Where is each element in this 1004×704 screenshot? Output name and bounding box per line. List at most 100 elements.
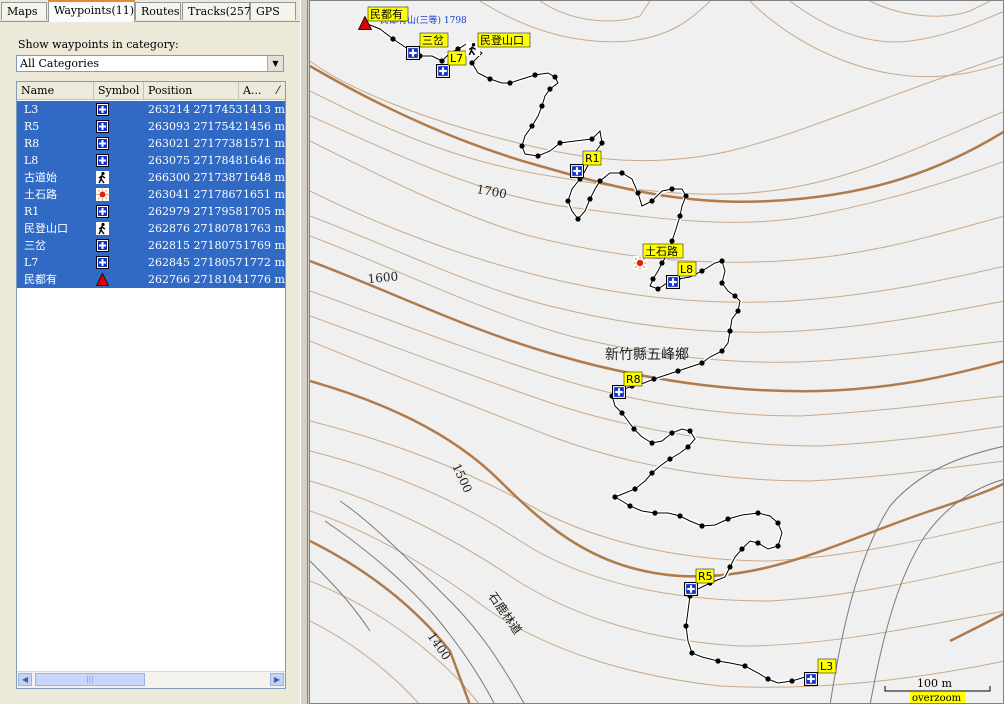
blue-cross-icon [570, 164, 584, 178]
track-point [650, 276, 656, 282]
table-row[interactable]: 民登山口 262876 2718078 1763 m [17, 220, 285, 237]
track-line [364, 22, 813, 684]
waypoint-altitude: 1772 m [243, 256, 285, 269]
tab-routes[interactable]: Routes [135, 2, 181, 20]
tab-maps[interactable]: Maps [1, 2, 47, 20]
overzoom-text: overzoom [912, 693, 962, 704]
column-name[interactable]: Name [17, 82, 94, 99]
map-waypoint-blue-cross[interactable] [406, 46, 420, 60]
waypoint-name: L8 [24, 154, 39, 167]
list-header: Name Symbol Position A... ⁄ [17, 82, 285, 100]
column-position[interactable]: Position [144, 82, 239, 99]
waypoint-position: 263041 2717867 [148, 188, 243, 201]
track-point [631, 426, 637, 432]
blue-cross-icon [96, 256, 109, 269]
blue-cross-icon [96, 205, 109, 218]
scroll-right-icon[interactable]: ▶ [270, 673, 284, 686]
track-point [765, 676, 771, 682]
track-point [519, 143, 525, 149]
red-triangle-icon [95, 272, 110, 286]
waypoint-altitude: 1705 m [243, 205, 285, 218]
blue-cross-icon [436, 64, 450, 78]
table-row[interactable]: 古道始 266300 2717387 1648 m [17, 169, 285, 186]
track-point [755, 510, 761, 516]
township-label: 新竹縣五峰鄉 [605, 347, 689, 363]
track-point [649, 470, 655, 476]
waypoint-label: 三岔 [422, 34, 444, 47]
track-point [687, 428, 693, 434]
waypoint-position: 263214 2717453 [148, 103, 243, 116]
track-point [651, 376, 657, 382]
table-row[interactable]: R8 263021 2717738 1571 m [17, 135, 285, 152]
table-row[interactable]: R1 262979 2717958 1705 m [17, 203, 285, 220]
scrollbar-thumb[interactable]: ||| [35, 673, 145, 686]
track-point [699, 268, 705, 274]
map-waypoint-blue-cross[interactable] [436, 64, 450, 78]
waypoint-position: 263021 2717738 [148, 137, 243, 150]
map-waypoint-blue-cross[interactable] [666, 275, 680, 289]
waypoint-name: 三岔 [24, 239, 46, 252]
contour-label-1400: 1400 [425, 630, 454, 663]
waypoint-position: 262766 2718104 [148, 273, 243, 286]
tab-tracks[interactable]: Tracks(257) [182, 2, 255, 20]
sort-icon: ⁄ [277, 84, 279, 97]
column-symbol[interactable]: Symbol [94, 82, 144, 99]
track-point [699, 360, 705, 366]
waypoint-list[interactable]: Name Symbol Position A... ⁄ L3 263214 2717… [16, 81, 286, 689]
waypoint-position: 263075 2717848 [148, 154, 243, 167]
track-halo [364, 21, 813, 686]
track-point [619, 170, 625, 176]
topo-map[interactable]: 1700 1600 1500 1400 新竹縣五峰鄉 石鹿林道 民都有山(三等)… [310, 1, 1004, 704]
table-row[interactable]: R5 263093 2717542 1456 m [17, 118, 285, 135]
track-point [683, 193, 689, 199]
table-row[interactable]: 民都有 262766 2718104 1776 m [17, 271, 285, 288]
scroll-left-icon[interactable]: ◀ [18, 673, 32, 686]
waypoint-label: R5 [698, 570, 713, 583]
map-view[interactable]: 1700 1600 1500 1400 新竹縣五峰鄉 石鹿林道 民都有山(三等)… [309, 0, 1004, 704]
track-point [685, 444, 691, 450]
track-point [719, 280, 725, 286]
waypoint-altitude: 1571 m [243, 137, 285, 150]
tab-waypoints[interactable]: Waypoints(11) [48, 0, 135, 22]
table-row[interactable]: L8 263075 2717848 1646 m [17, 152, 285, 169]
blue-cross-icon [96, 103, 109, 116]
table-row[interactable]: L3 263214 2717453 1413 m [17, 101, 285, 118]
column-altitude[interactable]: A... ⁄ [239, 82, 285, 99]
blue-cross-icon [666, 275, 680, 289]
waypoint-name: 土石路 [24, 188, 57, 201]
track-point [675, 368, 681, 374]
map-waypoint-blue-cross[interactable] [804, 672, 818, 686]
tab-gps[interactable]: GPS [250, 2, 296, 20]
track-point [532, 72, 538, 78]
waypoint-altitude: 1646 m [243, 154, 285, 167]
map-waypoint-blue-cross[interactable] [570, 164, 584, 178]
track-point [725, 516, 731, 522]
panel-splitter[interactable] [300, 0, 308, 704]
blue-cross-icon [96, 137, 109, 150]
category-dropdown[interactable]: All Categories ▼ [16, 55, 284, 72]
track-point [535, 153, 541, 159]
map-waypoint-blue-cross[interactable] [684, 582, 698, 596]
table-row[interactable]: 三岔 262815 2718075 1769 m [17, 237, 285, 254]
track-point [597, 178, 603, 184]
waypoint-name: R1 [24, 205, 40, 218]
track-point [552, 74, 558, 80]
table-row[interactable]: L7 262845 2718057 1772 m [17, 254, 285, 271]
track-point [677, 513, 683, 519]
track-point [469, 60, 475, 66]
track-point [652, 510, 658, 516]
horizontal-scrollbar[interactable]: ◀ ||| ▶ [17, 671, 285, 688]
table-row[interactable]: 土石路 263041 2717867 1651 m [17, 186, 285, 203]
track-point [390, 36, 396, 42]
hiker-icon [96, 222, 109, 235]
waypoint-position: 262876 2718078 [148, 222, 243, 235]
chevron-down-icon[interactable]: ▼ [267, 56, 283, 71]
track-point [683, 623, 689, 629]
track-point [755, 540, 761, 546]
track-point [539, 103, 545, 109]
track-point [667, 456, 673, 462]
map-waypoint-blue-cross[interactable] [612, 385, 626, 399]
tab-strip: Maps Waypoints(11) Routes Tracks(257) GP… [0, 0, 300, 22]
category-label: Show waypoints in category: [18, 38, 179, 51]
waypoint-altitude: 1769 m [243, 239, 285, 252]
